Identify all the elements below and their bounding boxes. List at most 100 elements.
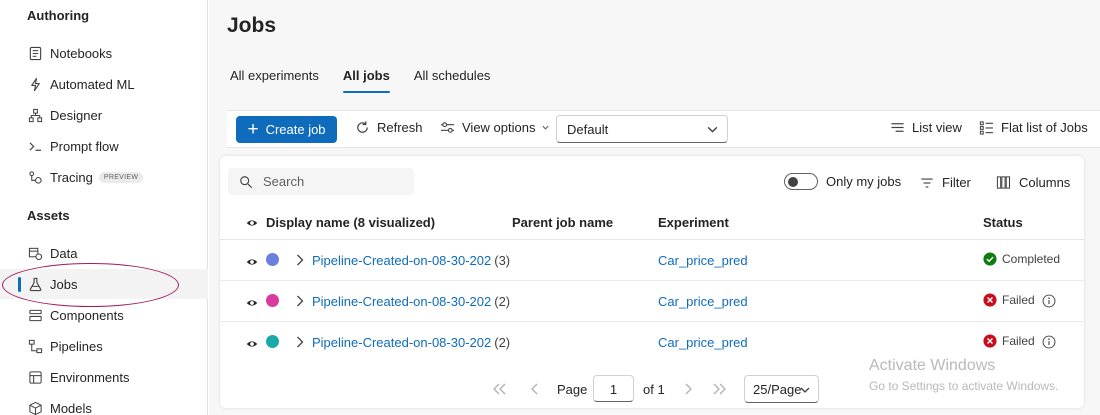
chevron-down-icon bbox=[707, 126, 718, 133]
sidebar-item-data[interactable]: Data bbox=[0, 238, 208, 268]
experiment-link[interactable]: Car_price_pred bbox=[658, 294, 748, 309]
environments-icon bbox=[26, 368, 44, 386]
only-my-jobs-label: Only my jobs bbox=[826, 174, 902, 189]
eye-icon[interactable] bbox=[246, 256, 258, 268]
chevron-right-icon[interactable] bbox=[293, 253, 306, 267]
filter-button[interactable]: Filter bbox=[920, 175, 971, 190]
sidebar-item-tracing[interactable]: Tracing PREVIEW bbox=[0, 162, 208, 192]
tab-all-jobs[interactable]: All jobs bbox=[342, 68, 390, 93]
sidebar-item-components[interactable]: Components bbox=[0, 300, 208, 330]
list-view-button[interactable]: List view bbox=[890, 120, 962, 135]
flat-list-label: Flat list of Jobs bbox=[1001, 120, 1088, 135]
table-row[interactable]: Pipeline-Created-on-08-30-202 (3) Car_pri… bbox=[220, 240, 1084, 281]
next-page-icon[interactable] bbox=[682, 382, 694, 396]
sidebar-item-designer[interactable]: Designer bbox=[0, 100, 208, 130]
notebook-icon bbox=[26, 44, 44, 62]
first-page-icon[interactable] bbox=[491, 382, 507, 396]
eye-icon[interactable] bbox=[246, 338, 258, 350]
tab-all-experiments[interactable]: All experiments bbox=[230, 68, 319, 93]
sidebar-item-automated-ml[interactable]: Automated ML bbox=[0, 69, 208, 99]
series-color-dot bbox=[266, 335, 279, 348]
view-options-button[interactable]: View options bbox=[440, 120, 550, 135]
status-text: Failed bbox=[1002, 293, 1035, 307]
prev-page-icon[interactable] bbox=[529, 382, 541, 396]
tab-list: All experiments All jobs All schedules bbox=[230, 68, 514, 93]
components-icon bbox=[26, 306, 44, 324]
table-row[interactable]: Pipeline-Created-on-08-30-202 (2) Car_pri… bbox=[220, 281, 1084, 322]
active-indicator bbox=[18, 277, 21, 292]
job-name-link[interactable]: Pipeline-Created-on-08-30-202 bbox=[312, 253, 491, 268]
info-icon[interactable] bbox=[1042, 294, 1056, 308]
sliders-icon bbox=[440, 122, 455, 133]
refresh-button[interactable]: Refresh bbox=[355, 120, 423, 135]
search-input[interactable]: Search bbox=[228, 168, 414, 195]
job-name-cell: Pipeline-Created-on-08-30-202 (3) bbox=[312, 253, 510, 268]
columns-button[interactable]: Columns bbox=[996, 175, 1070, 190]
chevron-right-icon[interactable] bbox=[293, 335, 306, 349]
child-count: (3) bbox=[494, 253, 511, 268]
sidebar-item-models[interactable]: Models bbox=[0, 393, 208, 415]
status-cell: Failed bbox=[983, 334, 1035, 348]
job-name-cell: Pipeline-Created-on-08-30-202 (2) bbox=[312, 294, 510, 309]
only-my-jobs-toggle[interactable]: Only my jobs bbox=[784, 173, 901, 190]
toggle-switch[interactable] bbox=[784, 173, 818, 190]
eye-icon[interactable] bbox=[246, 217, 258, 229]
columns-icon bbox=[996, 176, 1011, 189]
automl-icon bbox=[26, 75, 44, 93]
sidebar-item-label: Automated ML bbox=[50, 76, 135, 92]
models-icon bbox=[26, 399, 44, 415]
activation-watermark: Activate Windows Go to Settings to activ… bbox=[869, 357, 1058, 393]
header-status[interactable]: Status bbox=[983, 215, 1023, 230]
job-name-link[interactable]: Pipeline-Created-on-08-30-202 bbox=[312, 335, 491, 350]
sidebar-item-label: Tracing bbox=[50, 169, 93, 185]
status-text: Completed bbox=[1002, 252, 1061, 266]
create-job-button[interactable]: + Create job bbox=[236, 116, 337, 143]
chevron-right-icon[interactable] bbox=[293, 294, 306, 308]
info-icon[interactable] bbox=[1042, 335, 1056, 349]
header-display-name[interactable]: Display name (8 visualized) bbox=[266, 215, 435, 230]
error-circle-icon bbox=[983, 293, 997, 307]
sidebar-item-environments[interactable]: Environments bbox=[0, 362, 208, 392]
watermark-line-2: Go to Settings to activate Windows. bbox=[869, 379, 1059, 393]
view-options-label: View options bbox=[462, 120, 536, 135]
page-size-value: 25/Page bbox=[753, 382, 802, 397]
series-color-dot bbox=[266, 253, 279, 266]
create-job-label: Create job bbox=[265, 122, 326, 137]
flask-icon bbox=[26, 275, 44, 293]
sidebar-item-label: Designer bbox=[50, 107, 103, 123]
error-circle-icon bbox=[983, 334, 997, 348]
tab-all-schedules[interactable]: All schedules bbox=[414, 68, 491, 93]
status-cell: Completed bbox=[983, 252, 1060, 266]
last-page-icon[interactable] bbox=[712, 382, 728, 396]
sidebar-item-label: Notebooks bbox=[50, 45, 113, 61]
header-experiment[interactable]: Experiment bbox=[658, 215, 729, 230]
job-name-link[interactable]: Pipeline-Created-on-08-30-202 bbox=[312, 294, 491, 309]
series-color-dot bbox=[266, 294, 279, 307]
search-icon bbox=[240, 175, 253, 188]
preview-badge: PREVIEW bbox=[98, 171, 144, 183]
sidebar-item-pipelines[interactable]: Pipelines bbox=[0, 331, 208, 361]
page-title: Jobs bbox=[227, 14, 277, 37]
sidebar-item-label: Components bbox=[50, 307, 124, 323]
columns-label: Columns bbox=[1019, 175, 1071, 190]
experiment-link[interactable]: Car_price_pred bbox=[658, 335, 748, 350]
sidebar-item-notebooks[interactable]: Notebooks bbox=[0, 38, 208, 68]
plus-icon: + bbox=[247, 119, 259, 140]
flat-list-button[interactable]: Flat list of Jobs bbox=[979, 120, 1088, 135]
filter-icon bbox=[921, 177, 933, 188]
eye-icon[interactable] bbox=[246, 297, 258, 309]
experiment-link[interactable]: Car_price_pred bbox=[658, 253, 748, 268]
sidebar-item-jobs[interactable]: Jobs bbox=[0, 269, 208, 299]
search-placeholder: Search bbox=[263, 174, 305, 189]
page-size-dropdown[interactable]: 25/Page bbox=[744, 375, 819, 403]
page-number-input[interactable]: 1 bbox=[593, 375, 634, 402]
chevron-down-icon bbox=[800, 387, 810, 393]
sidebar-item-label: Prompt flow bbox=[50, 138, 119, 154]
check-circle-icon bbox=[983, 252, 997, 266]
view-select-dropdown[interactable]: Default bbox=[556, 115, 728, 143]
header-parent-job[interactable]: Parent job name bbox=[512, 215, 613, 230]
filter-label: Filter bbox=[942, 175, 971, 190]
sidebar-item-prompt-flow[interactable]: Prompt flow bbox=[0, 131, 208, 161]
job-name-cell: Pipeline-Created-on-08-30-202 (2) bbox=[312, 335, 510, 350]
child-count: (2) bbox=[494, 294, 511, 309]
